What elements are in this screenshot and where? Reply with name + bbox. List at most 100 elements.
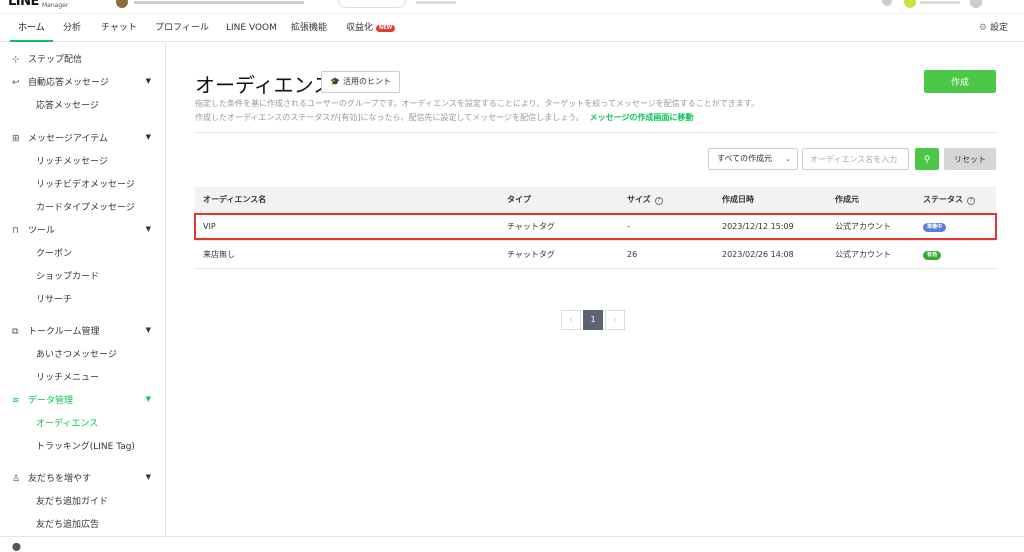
cell-size: - <box>627 222 630 231</box>
audience-search-input[interactable] <box>802 148 909 170</box>
sidebar-item-audience[interactable]: オーディエンス <box>36 416 98 429</box>
info-icon[interactable]: ? <box>654 197 663 205</box>
sidebar-group-message-items[interactable]: ⊞ メッセージアイテム <box>12 131 108 144</box>
message-create-link[interactable]: メッセージの作成画面に移動 <box>590 113 694 122</box>
sidebar-item-friend-guide[interactable]: 友だち追加ガイド <box>36 494 108 507</box>
sidebar-item-rich-video-message[interactable]: リッチビデオメッセージ <box>36 177 135 190</box>
sidebar-item-reply-message[interactable]: 応答メッセージ <box>36 98 99 111</box>
sidebar-item-shop-card[interactable]: ショップカード <box>36 269 99 282</box>
sidebar-item-greeting-message[interactable]: あいさつメッセージ <box>36 347 117 360</box>
create-button[interactable]: 作成 <box>924 70 996 93</box>
tab-home[interactable]: ホーム <box>10 14 53 42</box>
sidebar-group-data[interactable]: ≋ データ管理 <box>12 393 73 406</box>
settings-link[interactable]: ⚙ 設定 <box>979 14 1008 42</box>
page-title: オーディエンス <box>195 73 334 97</box>
header-status: ステータス? <box>923 187 975 213</box>
sidebar-group-label: 自動応答メッセージ <box>28 78 109 88</box>
sidebar-group-label: 友だちを増やす <box>28 474 92 484</box>
info-icon[interactable]: ? <box>967 197 975 205</box>
table-row[interactable]: 来店無し チャットタグ 26 2023/02/26 14:08 公式アカウント … <box>195 241 996 269</box>
source-filter-select[interactable]: すべての作成元 ⌄ <box>708 148 798 170</box>
tab-line-voom[interactable]: LINE VOOM <box>226 14 277 42</box>
search-button[interactable]: ⚲ <box>915 148 939 170</box>
toolbox-icon: ⊓ <box>12 226 20 236</box>
sidebar-item-card-message[interactable]: カードタイプメッセージ <box>36 200 135 213</box>
main-nav: ホーム 分析 チャット プロフィール LINE VOOM 拡張機能 収益化 NEW… <box>0 14 1024 42</box>
sidebar-item-friend-ads[interactable]: 友だち追加広告 <box>36 517 99 530</box>
header-info-cropped <box>416 1 456 4</box>
help-icon[interactable] <box>970 0 982 8</box>
caret-down-icon[interactable]: ▼ <box>146 77 151 85</box>
header-created[interactable]: 作成日時 <box>722 187 754 213</box>
sidebar-item-tracking[interactable]: トラッキング(LINE Tag) <box>36 439 135 452</box>
cell-status: 有効 <box>923 241 942 269</box>
account-avatar[interactable] <box>116 0 128 8</box>
cell-name[interactable]: VIP <box>203 213 216 241</box>
user-avatar[interactable] <box>904 0 916 8</box>
sidebar-group-label: データ管理 <box>28 396 74 406</box>
tab-profile[interactable]: プロフィール <box>155 14 209 42</box>
sidebar: ⊹ ステップ配信 ↩ 自動応答メッセージ ▼ 応答メッセージ ⊞ メッセージアイテム … <box>0 42 166 552</box>
graduation-cap-icon: 🎓 <box>330 77 340 86</box>
caret-down-icon[interactable]: ▼ <box>146 395 151 403</box>
sidebar-group-label: トークルーム管理 <box>28 327 100 337</box>
sidebar-group-step[interactable]: ⊹ ステップ配信 <box>12 52 82 65</box>
prev-page-button[interactable]: ‹ <box>561 310 581 330</box>
sidebar-group-tools[interactable]: ⊓ ツール <box>12 223 55 236</box>
status-badge: 有効 <box>923 251 942 260</box>
footer-menu-cropped[interactable]: ⬤ <box>12 542 21 551</box>
caret-down-icon[interactable]: ▼ <box>146 473 151 481</box>
tab-extensions[interactable]: 拡張機能 <box>291 14 327 42</box>
cell-type: チャットタグ <box>507 250 555 259</box>
hint-button-label: 活用のヒント <box>342 77 391 86</box>
next-page-button[interactable]: › <box>605 310 625 330</box>
account-switch-pill[interactable] <box>338 0 406 8</box>
page-button-current[interactable]: 1 <box>583 310 603 330</box>
top-header: LINE Manager <box>0 0 1024 14</box>
caret-down-icon[interactable]: ▼ <box>146 326 151 334</box>
header-status-label: ステータス <box>923 195 963 204</box>
caret-down-icon[interactable]: ▼ <box>146 225 151 233</box>
audience-table: オーディエンス名 タイプ サイズ? 作成日時 作成元 ステータス? VIP チャ… <box>195 187 996 269</box>
header-size-label: サイズ <box>627 195 651 204</box>
cell-source: 公式アカウント <box>835 222 891 231</box>
table-header: オーディエンス名 タイプ サイズ? 作成日時 作成元 ステータス? <box>195 187 996 213</box>
sidebar-group-talkroom[interactable]: ⧉ トークルーム管理 <box>12 324 99 337</box>
caret-down-icon[interactable]: ▼ <box>146 133 151 141</box>
sidebar-item-rich-menu[interactable]: リッチメニュー <box>36 370 99 383</box>
cell-created: 2023/02/26 14:08 <box>722 250 794 259</box>
sidebar-group-label: ステップ配信 <box>28 55 83 65</box>
logo-subtitle: Manager <box>42 2 69 9</box>
sidebar-group-auto-reply[interactable]: ↩ 自動応答メッセージ <box>12 75 109 88</box>
cell-name[interactable]: 来店無し <box>203 241 235 269</box>
line-logo[interactable]: LINE <box>8 0 39 9</box>
reset-button[interactable]: リセット <box>944 148 996 170</box>
search-icon: ⚲ <box>923 153 931 164</box>
footer: ⬤ <box>0 536 1024 552</box>
status-badge: 準備中 <box>923 223 947 232</box>
main-content: オーディエンス 🎓 活用のヒント 作成 指定した条件を基に作成されるユーザーのグル… <box>167 42 1024 552</box>
tab-monetization[interactable]: 収益化 NEW <box>346 14 396 42</box>
cell-status: 準備中 <box>923 213 947 241</box>
table-row[interactable]: VIP チャットタグ - 2023/12/12 15:09 公式アカウント 準備… <box>195 213 996 241</box>
settings-label: 設定 <box>989 23 1008 33</box>
header-name[interactable]: オーディエンス名 <box>203 187 266 213</box>
message-add-icon: ⊞ <box>12 134 20 144</box>
hierarchy-icon: ⊹ <box>12 55 20 65</box>
sidebar-item-rich-message[interactable]: リッチメッセージ <box>36 154 108 167</box>
source-filter-value: すべての作成元 <box>717 154 773 163</box>
tab-analytics[interactable]: 分析 <box>63 14 81 42</box>
cell-type: チャットタグ <box>507 222 555 231</box>
cell-size: 26 <box>627 250 638 259</box>
hint-button[interactable]: 🎓 活用のヒント <box>321 71 400 93</box>
account-name-cropped[interactable] <box>134 1 304 4</box>
user-name-cropped[interactable] <box>920 1 960 4</box>
sidebar-group-add-friends[interactable]: ♙ 友だちを増やす <box>12 471 91 484</box>
sidebar-group-label: ツール <box>28 226 56 236</box>
bell-icon[interactable] <box>882 0 892 6</box>
sidebar-item-coupon[interactable]: クーポン <box>36 246 72 259</box>
sidebar-item-research[interactable]: リサーチ <box>36 292 72 305</box>
cell-created: 2023/12/12 15:09 <box>722 222 794 231</box>
tab-chat[interactable]: チャット <box>101 14 137 42</box>
header-size: サイズ? <box>627 187 663 213</box>
